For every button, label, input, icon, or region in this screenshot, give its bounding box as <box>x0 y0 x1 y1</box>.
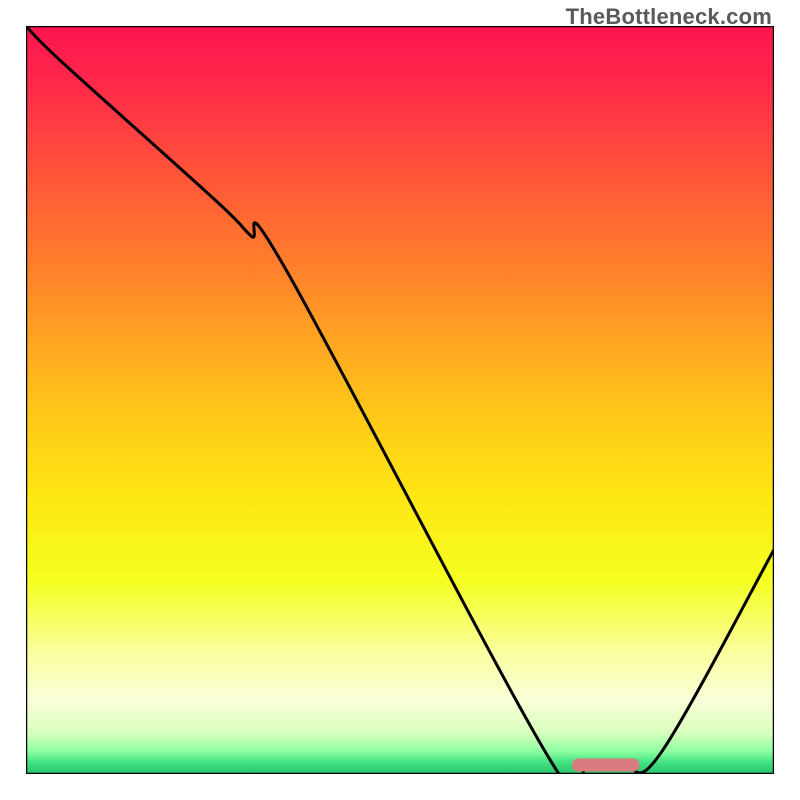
gradient-background <box>26 26 774 774</box>
chart-frame <box>26 26 774 774</box>
bottleneck-chart <box>26 26 774 774</box>
optimal-range-marker <box>572 759 639 772</box>
